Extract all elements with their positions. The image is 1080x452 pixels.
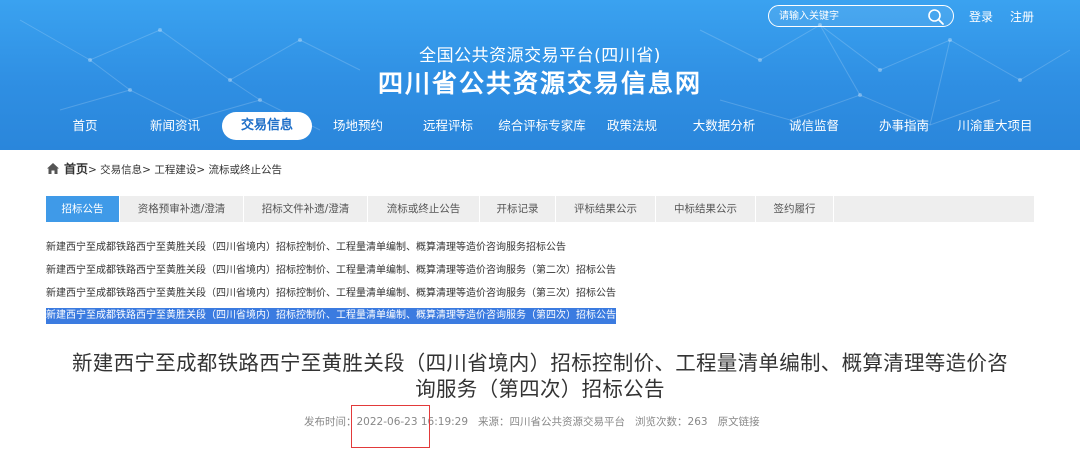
- login-link[interactable]: 登录: [969, 8, 993, 25]
- search-icon[interactable]: [927, 8, 945, 26]
- view-count: 浏览次数：263: [635, 416, 708, 428]
- breadcrumb-separator: >: [88, 164, 97, 176]
- site-title: 四川省公共资源交易信息网: [377, 69, 702, 98]
- list-item[interactable]: 新建西宁至成都铁路西宁至黄胜关段（四川省境内）招标控制价、工程量清单编制、概算清…: [46, 263, 616, 279]
- tab-tender-doc-addendum[interactable]: 招标文件补遗/澄清: [244, 196, 368, 222]
- tab-prequalification-addendum[interactable]: 资格预审补遗/澄清: [120, 196, 244, 222]
- breadcrumb-home[interactable]: 首页: [64, 162, 88, 176]
- category-tabs: 招标公告 资格预审补遗/澄清 招标文件补遗/澄清 流标或终止公告 开标记录 评标…: [46, 196, 1034, 222]
- nav-item-home[interactable]: 首页: [56, 112, 114, 140]
- article-title-line-2: 询服务（第四次）招标公告: [415, 377, 665, 401]
- list-item-selected[interactable]: 新建西宁至成都铁路西宁至黄胜关段（四川省境内）招标控制价、工程量清单编制、概算清…: [46, 308, 616, 324]
- breadcrumb-trade-info[interactable]: 交易信息: [100, 164, 142, 176]
- main-nav: 首页 新闻资讯 交易信息 场地预约 远程评标 综合评标专家库 政策法规 大数据分…: [0, 110, 1080, 142]
- site-subtitle: 全国公共资源交易平台(四川省): [419, 46, 661, 66]
- original-link[interactable]: 原文链接: [718, 416, 760, 428]
- article-title-line-1: 新建西宁至成都铁路西宁至黄胜关段（四川省境内）招标控制价、工程量清单编制、概算清…: [72, 351, 1008, 375]
- tab-evaluation-result[interactable]: 评标结果公示: [556, 196, 656, 222]
- red-highlight-annotation: [351, 405, 430, 448]
- list-item[interactable]: 新建西宁至成都铁路西宁至黄胜关段（四川省境内）招标控制价、工程量清单编制、概算清…: [46, 286, 616, 302]
- register-link[interactable]: 注册: [1010, 8, 1034, 25]
- tab-failed-or-terminated[interactable]: 流标或终止公告: [368, 196, 480, 222]
- home-icon: [47, 163, 59, 174]
- search-input[interactable]: [779, 8, 919, 24]
- nav-item-big-data[interactable]: 大数据分析: [684, 112, 764, 140]
- article-title: 新建西宁至成都铁路西宁至黄胜关段（四川省境内）招标控制价、工程量清单编制、概算清…: [40, 350, 1040, 402]
- nav-item-guide[interactable]: 办事指南: [870, 112, 938, 140]
- tab-bid-opening-record[interactable]: 开标记录: [480, 196, 556, 222]
- breadcrumb-engineering[interactable]: 工程建设: [154, 164, 196, 176]
- nav-item-credit-supervision[interactable]: 诚信监督: [780, 112, 848, 140]
- search-box: [768, 5, 954, 27]
- tab-contract-performance[interactable]: 签约履行: [756, 196, 834, 222]
- tab-tender-notice[interactable]: 招标公告: [46, 196, 120, 222]
- breadcrumb-separator: >: [196, 164, 206, 176]
- article-source: 来源：四川省公共资源交易平台: [478, 416, 626, 428]
- nav-item-major-projects[interactable]: 川渝重大项目: [952, 112, 1038, 140]
- site-header: 登录 注册 全国公共资源交易平台(四川省) 四川省公共资源交易信息网 首页 新闻…: [0, 0, 1080, 150]
- breadcrumb: 首页> 交易信息> 工程建设> 流标或终止公告: [46, 160, 282, 178]
- nav-item-venue-booking[interactable]: 场地预约: [322, 112, 394, 140]
- list-item[interactable]: 新建西宁至成都铁路西宁至黄胜关段（四川省境内）招标控制价、工程量清单编制、概算清…: [46, 240, 566, 256]
- breadcrumb-separator: >: [142, 164, 151, 176]
- nav-item-remote-evaluation[interactable]: 远程评标: [412, 112, 484, 140]
- nav-item-expert-pool[interactable]: 综合评标专家库: [494, 112, 590, 140]
- publish-time-label: 发布时间：: [304, 416, 357, 428]
- tab-award-result[interactable]: 中标结果公示: [656, 196, 756, 222]
- nav-item-trade-info[interactable]: 交易信息: [222, 112, 312, 140]
- nav-item-policy[interactable]: 政策法规: [600, 112, 664, 140]
- breadcrumb-current[interactable]: 流标或终止公告: [208, 164, 282, 176]
- nav-item-news[interactable]: 新闻资讯: [140, 112, 210, 140]
